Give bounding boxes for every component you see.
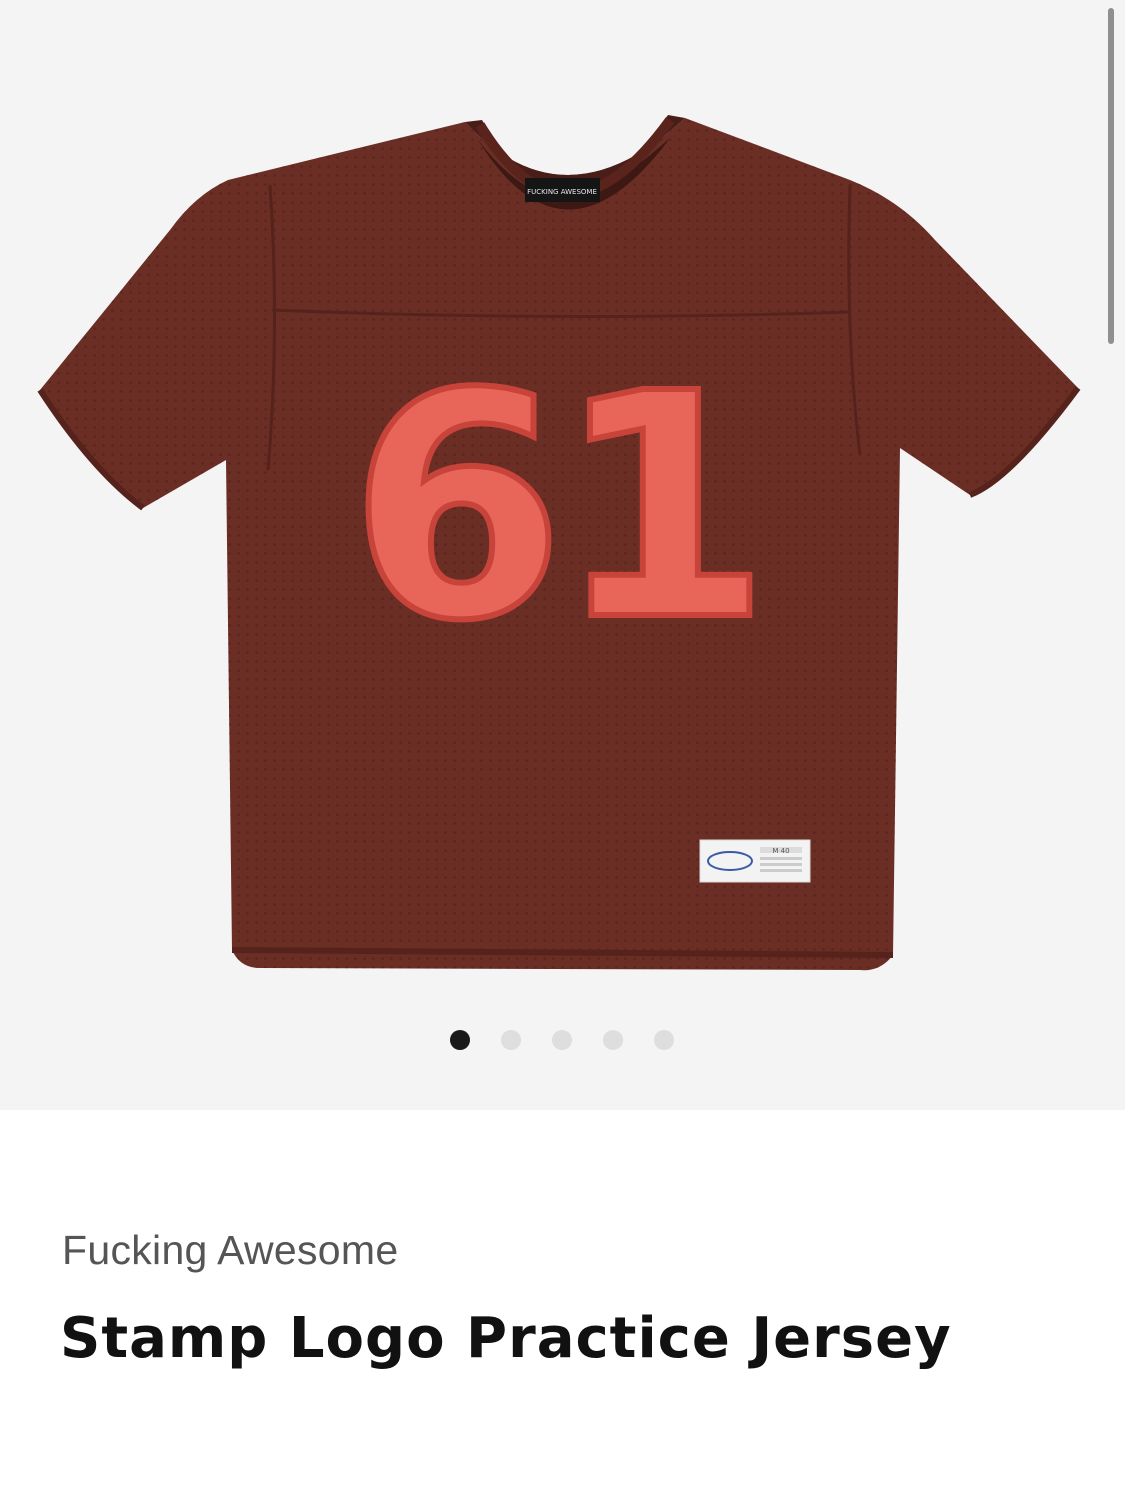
pagination-dot-5[interactable] xyxy=(654,1030,674,1050)
image-pagination xyxy=(450,1030,674,1050)
pagination-dot-3[interactable] xyxy=(552,1030,572,1050)
pagination-dot-4[interactable] xyxy=(603,1030,623,1050)
pagination-dot-2[interactable] xyxy=(501,1030,521,1050)
product-image[interactable]: FUCKING AWESOME 61 M 40 xyxy=(0,0,1125,1110)
product-page: FUCKING AWESOME 61 M 40 Fucking Awesome … xyxy=(0,0,1125,1487)
svg-text:M 40: M 40 xyxy=(772,847,789,855)
product-image-gallery[interactable]: FUCKING AWESOME 61 M 40 xyxy=(0,0,1125,1110)
svg-text:61: 61 xyxy=(349,328,760,689)
svg-text:FUCKING AWESOME: FUCKING AWESOME xyxy=(527,188,597,196)
pagination-dot-1[interactable] xyxy=(450,1030,470,1050)
jersey-number: 61 xyxy=(346,325,773,692)
product-info xyxy=(0,1110,1125,1487)
size-tag: M 40 xyxy=(699,839,811,883)
product-title: Stamp Logo Practice Jersey xyxy=(60,1306,952,1371)
product-brand[interactable]: Fucking Awesome xyxy=(62,1227,398,1274)
scrollbar[interactable] xyxy=(1108,8,1114,344)
